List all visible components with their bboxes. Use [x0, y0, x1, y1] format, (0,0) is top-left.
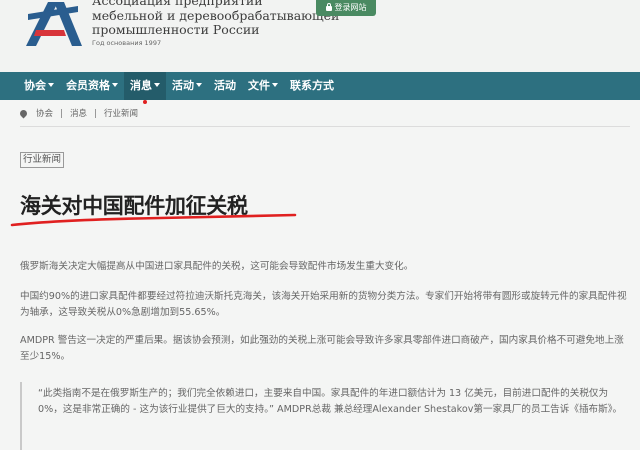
article-paragraph: AMDPR 警告这一决定的严重后果。据该协会预测，如此强劲的关税上涨可能会导致许… — [20, 335, 624, 362]
logo-stroke-left — [26, 2, 58, 46]
nav-label: 活动 — [172, 79, 194, 92]
nav-label: 活动 — [214, 79, 236, 92]
caret-down-icon — [48, 83, 54, 87]
nav-label: 文件 — [248, 79, 270, 92]
location-pin-icon — [18, 108, 29, 118]
nav-item-activities[interactable]: 活动 — [208, 72, 242, 100]
breadcrumb-item-association[interactable]: 协会 — [36, 107, 53, 119]
breadcrumb-separator — [61, 108, 63, 118]
quote-text: “此类指南不是在俄罗斯生产的；我们完全依赖进口，主要来自中国。家具配件的年进口额… — [38, 388, 623, 415]
organization-name: Ассоциация предприятий мебельной и дерев… — [92, 0, 339, 38]
caret-down-icon — [112, 83, 118, 87]
red-highlight-underline — [10, 213, 297, 227]
breadcrumb-item-industry-news: 行业新闻 — [104, 109, 139, 119]
nav-item-documents[interactable]: 文件 — [242, 72, 284, 100]
nav-label: 消息 — [130, 79, 152, 92]
caret-down-icon — [272, 83, 278, 87]
breadcrumb-item-news[interactable]: 消息 — [70, 107, 87, 119]
article-paragraph: 俄罗斯海关决定大幅提高从中国进口家具配件的关税，这可能会导致配件市场发生重大变化… — [20, 261, 414, 272]
main-nav: 协会 会员资格 消息 活动 活动 文件 联系方式 — [0, 72, 640, 104]
breadcrumb: 协会 消息 行业新闻 — [18, 106, 139, 120]
caret-down-icon — [154, 83, 160, 87]
red-dot-marker — [143, 100, 147, 104]
nav-item-contacts[interactable]: 联系方式 — [284, 72, 340, 100]
article-blockquote: “此类指南不是在俄罗斯生产的；我们完全依赖进口，主要来自中国。家具配件的年进口额… — [20, 382, 634, 450]
nav-label: 协会 — [24, 79, 46, 92]
site-header: Ассоциация предприятий мебельной и дерев… — [0, 0, 640, 72]
breadcrumb-separator — [95, 108, 97, 118]
login-label: 登录网站 — [334, 3, 367, 12]
caret-down-icon — [196, 83, 202, 87]
founded-year: Год основания 1997 — [92, 39, 162, 47]
nav-item-association[interactable]: 协会 — [18, 72, 60, 100]
nav-label: 联系方式 — [290, 79, 334, 92]
association-logo[interactable] — [20, 0, 86, 48]
nav-item-news[interactable]: 消息 — [124, 72, 166, 104]
org-name-line: мебельной и деревообрабатывающей — [92, 7, 340, 23]
category-tag[interactable]: 行业新闻 — [20, 152, 65, 168]
logo-bar-red — [34, 30, 66, 36]
org-name-line: промышленности России — [92, 22, 260, 37]
nav-label: 会员资格 — [66, 79, 110, 92]
nav-item-membership[interactable]: 会员资格 — [60, 72, 124, 100]
nav-item-events[interactable]: 活动 — [166, 72, 208, 100]
login-button[interactable]: 登录网站 — [316, 0, 376, 16]
breadcrumb-divider — [20, 126, 630, 127]
lock-icon — [325, 3, 332, 11]
article-paragraph: 中国约90%的进口家具配件都要经过符拉迪沃斯托克海关，该海关开始采用新的货物分类… — [20, 291, 627, 318]
